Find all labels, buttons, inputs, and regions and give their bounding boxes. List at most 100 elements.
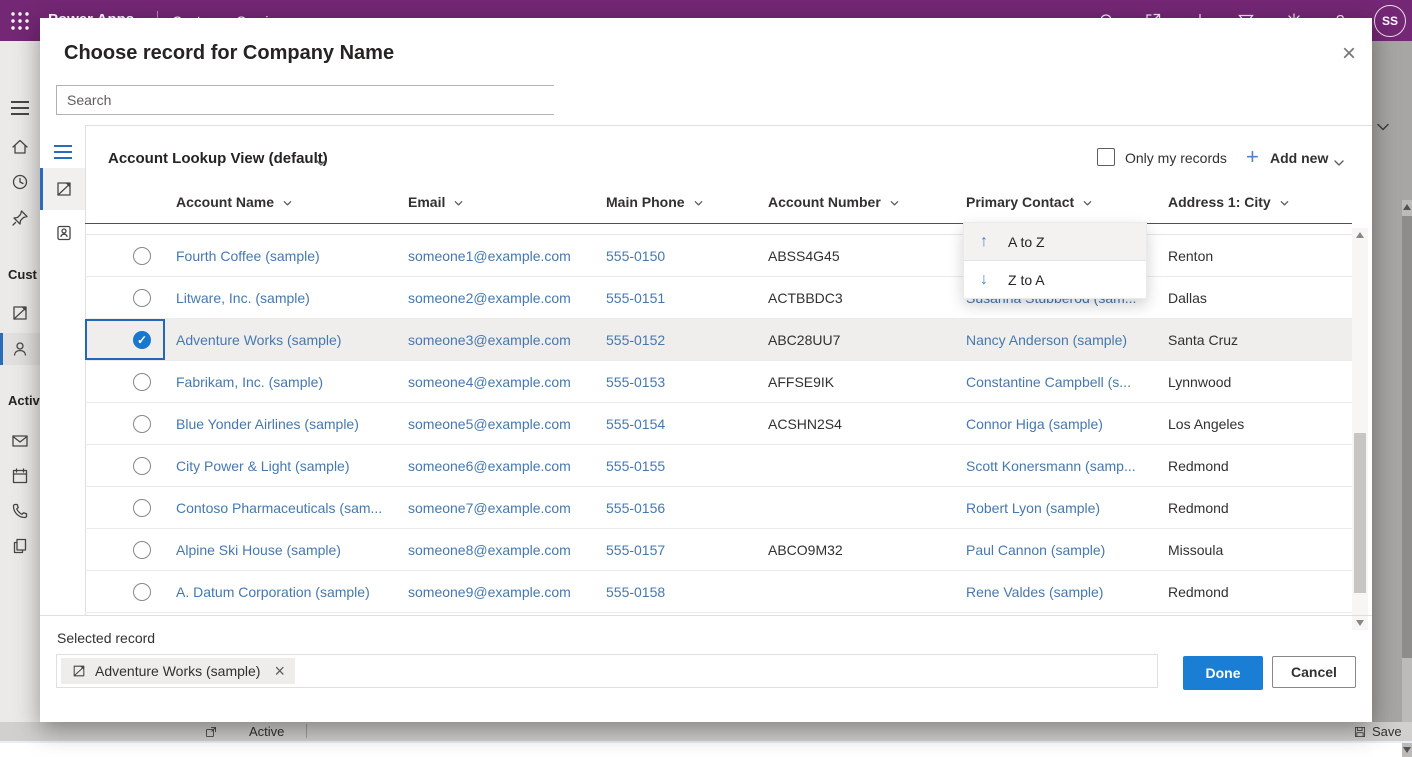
- sort-chevron-icon[interactable]: [889, 198, 900, 209]
- sort-chevron-icon[interactable]: [453, 198, 464, 209]
- accounts-entity-icon[interactable]: [54, 179, 74, 199]
- scroll-up-icon[interactable]: [1403, 204, 1411, 210]
- primary-contact-link[interactable]: Constantine Campbell (s...: [966, 374, 1131, 390]
- column-header-account-number[interactable]: Account Number: [757, 180, 955, 224]
- radio-unchecked-icon[interactable]: [133, 457, 151, 475]
- row-radio-cell[interactable]: [85, 277, 165, 319]
- phone-icon[interactable]: [10, 501, 30, 521]
- account-name-link[interactable]: Contoso Pharmaceuticals (sam...: [176, 500, 382, 516]
- sort-descending-item[interactable]: ↓ Z to A: [964, 261, 1146, 298]
- scroll-down-icon[interactable]: [1403, 747, 1411, 753]
- account-name-link[interactable]: Litware, Inc. (sample): [176, 290, 310, 306]
- email-link[interactable]: someone1@example.com: [408, 248, 571, 264]
- calendar-icon[interactable]: [10, 466, 30, 486]
- primary-contact-link[interactable]: Scott Konersmann (samp...: [966, 458, 1136, 474]
- primary-contact-link[interactable]: Nancy Anderson (sample): [966, 332, 1127, 348]
- primary-contact-link[interactable]: Robert Lyon (sample): [966, 500, 1100, 516]
- row-radio-cell[interactable]: ✓: [85, 319, 165, 361]
- radio-unchecked-icon[interactable]: [133, 373, 151, 391]
- row-radio-cell[interactable]: [85, 529, 165, 571]
- phone-link[interactable]: 555-0150: [606, 248, 665, 264]
- avatar[interactable]: SS: [1374, 5, 1406, 37]
- account-name-link[interactable]: Fourth Coffee (sample): [176, 248, 320, 264]
- row-radio-cell[interactable]: [85, 487, 165, 529]
- table-row-selected[interactable]: ✓ Adventure Works (sample) someone3@exam…: [85, 319, 1352, 361]
- table-row[interactable]: Contoso Pharmaceuticals (sam... someone7…: [85, 487, 1352, 529]
- grid-scrollbar-thumb[interactable]: [1354, 433, 1366, 593]
- waffle-icon[interactable]: [9, 10, 31, 32]
- add-new-button[interactable]: Add new: [1270, 150, 1328, 166]
- selected-record-field[interactable]: Adventure Works (sample) ×: [56, 654, 1158, 688]
- radio-checked-icon[interactable]: ✓: [133, 331, 151, 349]
- table-row[interactable]: Blue Yonder Airlines (sample) someone5@e…: [85, 403, 1352, 445]
- home-icon[interactable]: [10, 137, 30, 157]
- email-link[interactable]: someone5@example.com: [408, 416, 571, 432]
- phone-link[interactable]: 555-0155: [606, 458, 665, 474]
- email-link[interactable]: someone8@example.com: [408, 542, 571, 558]
- email-link[interactable]: someone7@example.com: [408, 500, 571, 516]
- email-link[interactable]: someone3@example.com: [408, 332, 571, 348]
- column-header-account-name[interactable]: Account Name: [165, 180, 397, 224]
- add-plus-icon[interactable]: +: [1246, 144, 1259, 170]
- account-name-link[interactable]: Adventure Works (sample): [176, 332, 341, 348]
- email-link[interactable]: someone6@example.com: [408, 458, 571, 474]
- recent-clock-icon[interactable]: [10, 172, 30, 192]
- sort-chevron-icon[interactable]: [1082, 198, 1093, 209]
- save-button[interactable]: Save: [1372, 724, 1402, 739]
- cancel-button[interactable]: Cancel: [1272, 656, 1356, 688]
- radio-unchecked-icon[interactable]: [133, 541, 151, 559]
- table-row[interactable]: Fourth Coffee (sample) someone1@example.…: [85, 235, 1352, 277]
- phone-link[interactable]: 555-0153: [606, 374, 665, 390]
- sort-ascending-item[interactable]: ↑ A to Z: [964, 223, 1146, 261]
- sort-chevron-icon[interactable]: [693, 198, 704, 209]
- close-icon[interactable]: ×: [1332, 38, 1366, 70]
- scroll-down-icon[interactable]: [1356, 620, 1364, 626]
- radio-unchecked-icon[interactable]: [133, 289, 151, 307]
- page-scrollbar-thumb[interactable]: [1402, 216, 1412, 658]
- pinned-icon[interactable]: [10, 208, 30, 228]
- selected-record-chip[interactable]: Adventure Works (sample) ×: [61, 658, 295, 684]
- radio-unchecked-icon[interactable]: [133, 415, 151, 433]
- primary-contact-link[interactable]: Paul Cannon (sample): [966, 542, 1105, 558]
- account-name-link[interactable]: Fabrikam, Inc. (sample): [176, 374, 323, 390]
- account-name-link[interactable]: Alpine Ski House (sample): [176, 542, 341, 558]
- radio-unchecked-icon[interactable]: [133, 247, 151, 265]
- page-scrollbar[interactable]: [1402, 200, 1412, 757]
- accounts-icon[interactable]: [10, 303, 30, 323]
- chevron-down-icon[interactable]: [314, 156, 328, 170]
- row-radio-cell[interactable]: [85, 403, 165, 445]
- save-icon[interactable]: [1353, 725, 1367, 739]
- chip-remove-icon[interactable]: ×: [274, 661, 285, 682]
- table-row[interactable]: A. Datum Corporation (sample) someone9@e…: [85, 571, 1352, 613]
- account-name-link[interactable]: Blue Yonder Airlines (sample): [176, 416, 359, 432]
- sort-chevron-icon[interactable]: [1279, 198, 1290, 209]
- table-row[interactable]: Fabrikam, Inc. (sample) someone4@example…: [85, 361, 1352, 403]
- phone-link[interactable]: 555-0156: [606, 500, 665, 516]
- nav-menu-icon[interactable]: [11, 101, 29, 115]
- phone-link[interactable]: 555-0151: [606, 290, 665, 306]
- search-input[interactable]: [57, 86, 573, 114]
- table-row[interactable]: City Power & Light (sample) someone6@exa…: [85, 445, 1352, 487]
- expand-icon[interactable]: [204, 725, 218, 739]
- primary-contact-link[interactable]: Rene Valdes (sample): [966, 584, 1103, 600]
- phone-link[interactable]: 555-0157: [606, 542, 665, 558]
- dialog-menu-icon[interactable]: [54, 145, 72, 159]
- column-header-email[interactable]: Email: [397, 180, 595, 224]
- email-link[interactable]: someone9@example.com: [408, 584, 571, 600]
- account-name-link[interactable]: A. Datum Corporation (sample): [176, 584, 370, 600]
- table-row[interactable]: Litware, Inc. (sample) someone2@example.…: [85, 277, 1352, 319]
- radio-unchecked-icon[interactable]: [133, 499, 151, 517]
- only-my-records-label[interactable]: Only my records: [1125, 150, 1227, 166]
- phone-link[interactable]: 555-0158: [606, 584, 665, 600]
- row-radio-cell[interactable]: [85, 235, 165, 277]
- email-link[interactable]: someone2@example.com: [408, 290, 571, 306]
- contacts-person-icon[interactable]: [10, 339, 30, 359]
- table-row[interactable]: Alpine Ski House (sample) someone8@examp…: [85, 529, 1352, 571]
- done-button[interactable]: Done: [1183, 656, 1263, 690]
- email-link[interactable]: someone4@example.com: [408, 374, 571, 390]
- phone-link[interactable]: 555-0154: [606, 416, 665, 432]
- primary-contact-link[interactable]: Connor Higa (sample): [966, 416, 1103, 432]
- chevron-down-icon[interactable]: [1332, 156, 1346, 170]
- only-my-records-checkbox[interactable]: [1097, 148, 1115, 166]
- contacts-entity-icon[interactable]: [54, 223, 74, 243]
